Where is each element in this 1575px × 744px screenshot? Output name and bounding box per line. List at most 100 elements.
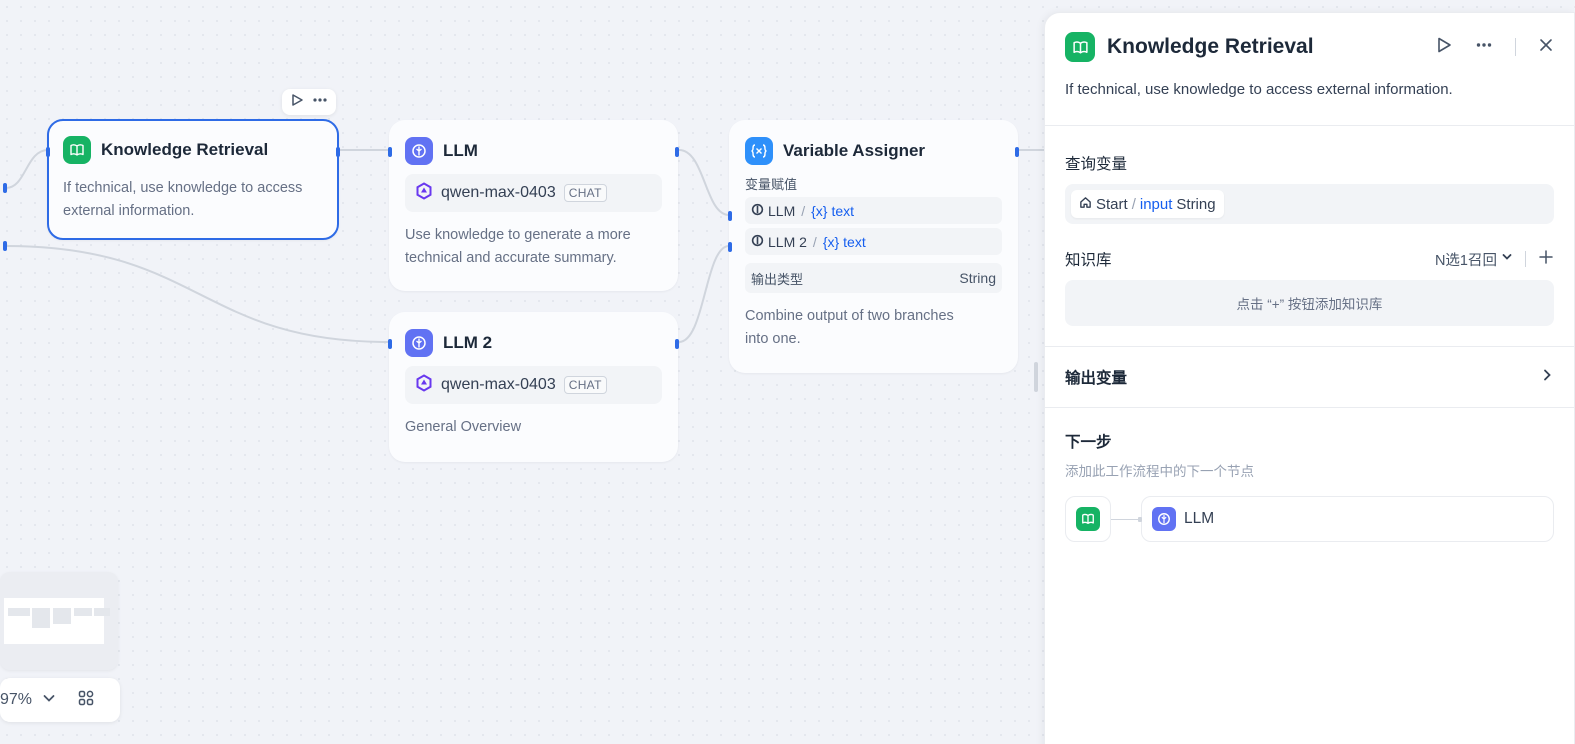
next-node-item[interactable]: LLM	[1141, 496, 1554, 542]
output-handle[interactable]	[675, 339, 679, 349]
variable-name: input	[1139, 195, 1173, 213]
path-separator: /	[812, 233, 817, 250]
input-handle[interactable]	[46, 147, 50, 157]
minimap[interactable]	[0, 572, 118, 670]
variable-node: Start	[1096, 195, 1128, 213]
input-handle[interactable]	[388, 339, 392, 349]
mode-badge: CHAT	[563, 184, 607, 202]
brain-icon	[405, 137, 433, 165]
brain-icon	[1152, 507, 1176, 531]
start-node-handle[interactable]	[3, 241, 7, 251]
retrieval-mode-label: N选1召回	[1434, 252, 1497, 269]
node-description: If technical, use knowledge to access	[63, 180, 303, 196]
toolbar-divider	[1525, 251, 1526, 267]
retrieval-mode-dropdown[interactable]: N选1召回	[1435, 249, 1513, 270]
path-separator: /	[801, 202, 806, 219]
chevron-down-icon[interactable]	[42, 691, 56, 710]
input-handle[interactable]	[388, 147, 392, 157]
node-description: technical and accurate summary.	[405, 250, 617, 266]
llm-node[interactable]: LLM qwen-max-0403 CHAT Use knowledge to …	[388, 120, 679, 291]
model-selector[interactable]: qwen-max-0403 CHAT	[405, 366, 662, 404]
node-title: Knowledge Retrieval	[101, 140, 269, 159]
organize-nodes-icon[interactable]	[78, 690, 94, 711]
node-description: Use knowledge to generate a more	[405, 227, 631, 243]
assigned-variable-row[interactable]: LLM / {x} text	[745, 197, 1002, 224]
input-handle[interactable]	[728, 211, 732, 221]
query-variable-selector[interactable]: Start / input String	[1065, 184, 1554, 224]
output-variables-row[interactable]: 输出变量	[1045, 347, 1574, 407]
assign-section-label: 变量赋值	[745, 177, 798, 192]
knowledge-retrieval-node[interactable]: Knowledge Retrieval If technical, use kn…	[46, 119, 340, 240]
node-config-panel: Knowledge Retrieval If technical, use kn…	[1044, 12, 1575, 744]
knowledge-base-empty-hint: 点击 “+” 按钮添加知识库	[1065, 280, 1554, 326]
output-handle[interactable]	[675, 147, 679, 157]
zoom-level[interactable]: 97%	[0, 691, 32, 709]
input-handle[interactable]	[728, 242, 732, 252]
output-type-value: String	[959, 270, 996, 286]
qwen-logo-icon	[415, 181, 433, 205]
edge-llm2-assigner	[678, 245, 730, 343]
add-icon[interactable]	[1538, 249, 1554, 270]
brain-icon	[751, 234, 764, 250]
node-title: LLM	[443, 141, 478, 160]
assigned-variable-row[interactable]: LLM 2 / {x} text	[745, 228, 1002, 255]
start-node-handle[interactable]	[3, 183, 7, 193]
close-icon[interactable]	[1538, 37, 1554, 58]
node-toolbar	[282, 89, 336, 115]
qwen-logo-icon	[415, 373, 433, 397]
model-selector[interactable]: qwen-max-0403 CHAT	[405, 174, 662, 212]
node-description: external information.	[63, 203, 195, 219]
panel-title[interactable]: Knowledge Retrieval	[1107, 35, 1423, 59]
brain-icon	[405, 329, 433, 357]
variable-icon	[745, 137, 773, 165]
next-step-flow: LLM	[1045, 496, 1574, 542]
variable-type: String	[1176, 195, 1216, 213]
zoom-controls: 97%	[0, 678, 120, 722]
run-node-icon[interactable]	[1435, 36, 1453, 59]
output-type-row: 输出类型 String	[745, 263, 1002, 293]
next-step-hint: 添加此工作流程中的下一个节点	[1065, 464, 1254, 479]
variable-assigner-node[interactable]: Variable Assigner 变量赋值 LLM / {x} text LL…	[728, 120, 1019, 373]
brain-icon	[751, 203, 764, 219]
variable-name: text	[843, 233, 866, 250]
chevron-right-icon	[1540, 368, 1554, 387]
more-icon[interactable]	[1475, 36, 1493, 59]
model-name: qwen-max-0403	[441, 376, 556, 393]
variable-name: text	[831, 202, 855, 219]
variable-icon: {x}	[822, 233, 840, 250]
next-node-name: LLM	[1184, 510, 1215, 527]
toolbar-divider	[1515, 38, 1516, 56]
run-node-icon[interactable]	[290, 93, 304, 112]
output-handle[interactable]	[1015, 147, 1019, 157]
node-description: Combine output of two branches	[745, 308, 954, 324]
book-icon	[63, 136, 91, 164]
source-node-name: LLM	[768, 202, 796, 219]
edge-start-llm2	[5, 245, 389, 343]
current-node-icon	[1065, 496, 1111, 542]
panel-description[interactable]: If technical, use knowledge to access ex…	[1045, 81, 1574, 125]
edge-start-knowledge	[5, 149, 49, 189]
node-title: LLM 2	[443, 333, 493, 352]
model-name: qwen-max-0403	[441, 184, 556, 201]
book-icon	[1076, 507, 1100, 531]
mode-badge: CHAT	[563, 376, 607, 394]
source-node-name: LLM 2	[768, 233, 807, 250]
variable-chip[interactable]: Start / input String	[1071, 190, 1224, 218]
variable-icon: {x}	[811, 202, 828, 219]
output-type-label: 输出类型	[751, 271, 804, 287]
output-variables-label: 输出变量	[1065, 370, 1128, 387]
node-description: into one.	[745, 331, 801, 347]
connector-line	[1111, 516, 1142, 522]
llm2-node[interactable]: LLM 2 qwen-max-0403 CHAT General Overvie…	[388, 312, 679, 462]
path-separator: /	[1131, 195, 1136, 213]
book-icon	[1065, 32, 1095, 62]
more-icon[interactable]	[312, 93, 328, 112]
panel-resize-handle[interactable]	[1034, 362, 1038, 392]
next-step-label: 下一步	[1065, 434, 1112, 451]
knowledge-base-label: 知识库	[1065, 252, 1112, 269]
edge-llm-assigner	[678, 149, 730, 216]
chevron-down-icon	[1501, 251, 1513, 267]
output-handle[interactable]	[336, 147, 340, 157]
node-description: General Overview	[405, 419, 522, 435]
node-title: Variable Assigner	[783, 141, 926, 160]
